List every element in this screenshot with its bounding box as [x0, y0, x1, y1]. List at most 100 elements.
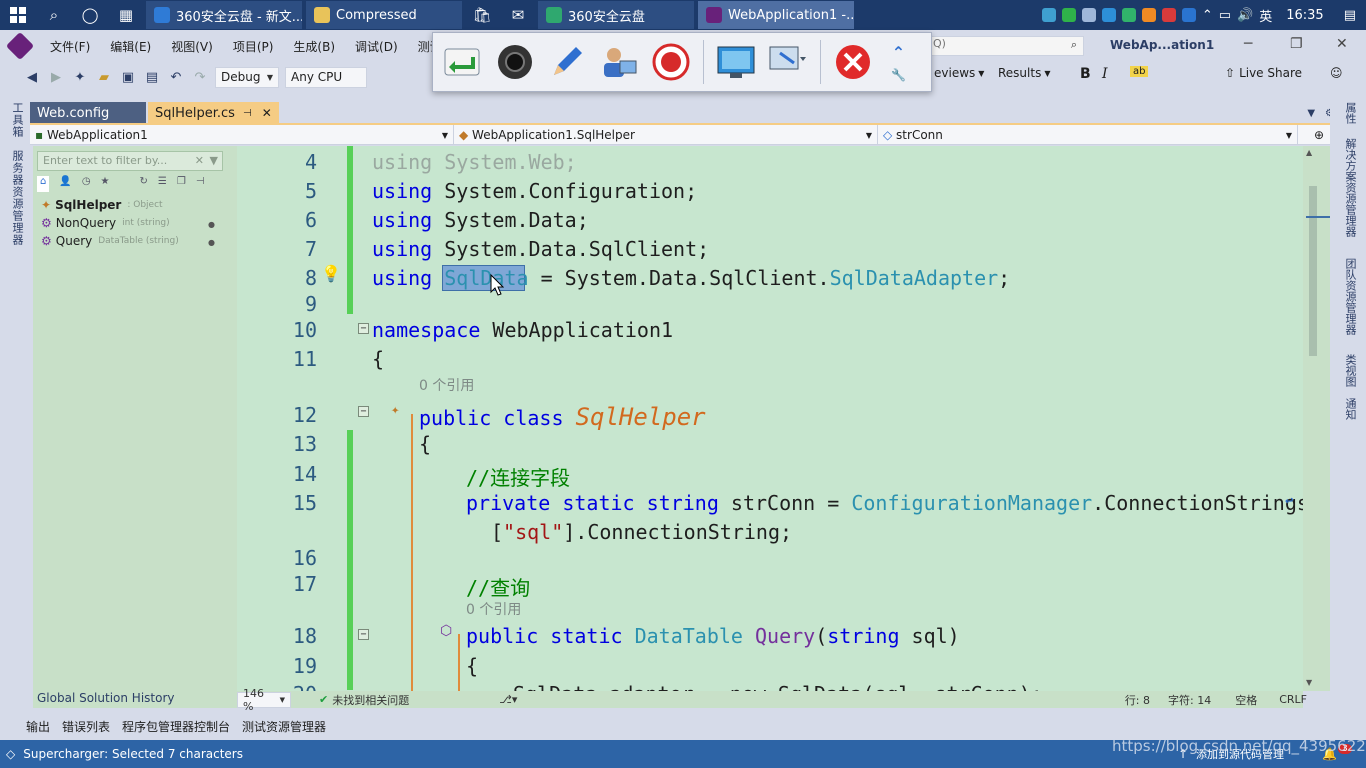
search-icon[interactable]: ⌕: [1071, 38, 1077, 52]
collapse-icon[interactable]: −: [358, 629, 369, 640]
issues-text[interactable]: 未找到相关问题: [332, 692, 409, 708]
member-dropdown[interactable]: ◇ strConn ▼: [878, 125, 1298, 145]
code-editor[interactable]: 4 5 6 7 8 9 10 11 12 13 14 15 16 17 18 1…: [237, 146, 1303, 691]
windows-start-icon[interactable]: [0, 0, 36, 30]
tab-overflow-icon[interactable]: ▼: [1307, 108, 1315, 119]
panel-splitter[interactable]: [227, 146, 237, 708]
tab-package-manager-console[interactable]: 程序包管理器控制台: [122, 718, 230, 735]
reviews-button[interactable]: eviews ▼: [934, 66, 984, 80]
copy-icon[interactable]: ❐: [177, 176, 186, 192]
class-filter-input[interactable]: Enter text to filter by... ✕ ▼: [37, 151, 223, 171]
close-tab-icon[interactable]: ✕: [262, 106, 272, 120]
server-explorer-tab[interactable]: 服务器资源管理器: [9, 150, 25, 246]
menu-file[interactable]: 文件(F): [40, 38, 100, 55]
home-icon[interactable]: ⌂: [37, 176, 50, 192]
cortana-icon[interactable]: ◯: [72, 0, 108, 30]
scroll-down-icon[interactable]: ▼: [1306, 678, 1312, 687]
redo-icon[interactable]: ↷: [189, 66, 211, 88]
monitor-dropdown-icon[interactable]: [768, 42, 808, 82]
menu-edit[interactable]: 编辑(E): [100, 38, 161, 55]
clock[interactable]: 16:35: [1286, 8, 1323, 23]
lightbulb-icon[interactable]: 💡: [321, 264, 341, 283]
close-recorder-icon[interactable]: [833, 42, 873, 82]
taskbar-item-visual-studio[interactable]: WebApplication1 -...: [698, 1, 854, 29]
menu-view[interactable]: 视图(V): [161, 38, 223, 55]
feedback-icon[interactable]: ☺: [1330, 66, 1343, 80]
360-tray-icon[interactable]: [1121, 8, 1136, 22]
type-dropdown[interactable]: ◆ WebApplication1.SqlHelper ▼: [454, 125, 878, 145]
notifications-tab[interactable]: 通知: [1342, 398, 1358, 420]
live-share-button[interactable]: ⇧ Live Share: [1225, 66, 1302, 80]
forward-icon[interactable]: ▶: [45, 66, 67, 88]
pen-icon[interactable]: [547, 42, 587, 82]
return-icon[interactable]: [443, 42, 483, 82]
record-icon[interactable]: [651, 42, 691, 82]
star-icon[interactable]: ★: [101, 176, 110, 192]
shield-tray-icon[interactable]: [1181, 8, 1196, 22]
ime-indicator[interactable]: 英: [1259, 6, 1272, 25]
eol-indicator[interactable]: CRLF: [1279, 693, 1307, 706]
chevron-up-icon[interactable]: ⌃: [1202, 8, 1213, 23]
git-branch-icon[interactable]: ⎇▾: [499, 693, 517, 706]
team-explorer-tab[interactable]: 团队资源管理器: [1342, 258, 1358, 335]
platform-combo[interactable]: Any CPU: [285, 66, 367, 88]
user-icon[interactable]: 👤: [59, 176, 71, 192]
properties-tab[interactable]: 属性: [1342, 102, 1358, 124]
wechat-tray-icon[interactable]: [1061, 8, 1076, 22]
scroll-up-icon[interactable]: ▲: [1306, 148, 1312, 157]
refresh-icon[interactable]: ↻: [140, 176, 148, 192]
quick-launch-search[interactable]: Q) ⌕: [928, 36, 1084, 56]
pin-icon[interactable]: ⊣: [196, 176, 205, 192]
list-icon[interactable]: ☰: [158, 176, 167, 192]
search-icon[interactable]: ⌕: [36, 0, 72, 30]
network-icon[interactable]: ▭: [1219, 8, 1231, 23]
close-icon[interactable]: ✕: [1336, 36, 1348, 52]
codelens-references[interactable]: 0 个引用: [419, 375, 474, 395]
results-button[interactable]: Results ▼: [998, 66, 1051, 80]
save-all-icon[interactable]: ▤: [141, 66, 163, 88]
toolbox-tab[interactable]: 工具箱: [9, 102, 25, 138]
tab-error-list[interactable]: 错误列表: [62, 718, 110, 735]
volume-icon[interactable]: 🔊: [1237, 8, 1253, 23]
collapse-icon[interactable]: ⌃: [892, 43, 905, 62]
wrench-icon[interactable]: 🔧: [891, 68, 906, 82]
upload-tray-icon[interactable]: [1101, 8, 1116, 22]
solution-explorer-tab[interactable]: 解决方案资源管理器: [1342, 138, 1358, 237]
spaces-indicator[interactable]: 空格: [1235, 692, 1257, 708]
tab-test-explorer[interactable]: 测试资源管理器: [242, 718, 326, 735]
highlight-icon[interactable]: ab: [1130, 66, 1149, 77]
italic-button[interactable]: I: [1102, 66, 1108, 82]
menu-debug[interactable]: 调试(D): [345, 38, 408, 55]
bold-button[interactable]: B: [1080, 66, 1091, 82]
minimize-icon[interactable]: ─: [1244, 36, 1252, 52]
notification-center-icon[interactable]: ▤: [1344, 8, 1356, 23]
menu-project[interactable]: 项目(P): [223, 38, 284, 55]
taskbar-item-compressed[interactable]: Compressed: [306, 1, 462, 29]
filter-icon[interactable]: ▼: [210, 154, 218, 167]
collapse-icon[interactable]: −: [358, 406, 369, 417]
mail-icon[interactable]: ✉: [500, 0, 536, 30]
undo-icon[interactable]: ↶: [165, 66, 187, 88]
menu-build[interactable]: 生成(B): [283, 38, 345, 55]
class-view-item-nonquery[interactable]: ⚙ NonQuery int (string): [41, 216, 170, 230]
clock-icon[interactable]: ◷: [82, 176, 91, 192]
task-view-icon[interactable]: ▦: [108, 0, 144, 30]
scrollbar-thumb[interactable]: [1309, 186, 1317, 356]
user-screen-icon[interactable]: [599, 42, 639, 82]
class-view-item-sqlhelper[interactable]: ✦ SqlHelper : Object: [41, 198, 163, 212]
class-view-item-query[interactable]: ⚙ Query DataTable (string): [41, 234, 179, 248]
pin-icon[interactable]: ⊣: [243, 108, 252, 119]
save-icon[interactable]: ▣: [117, 66, 139, 88]
onedrive-tray-icon[interactable]: [1081, 8, 1096, 22]
tab-sqlhelper[interactable]: SqlHelper.cs ⊣ ✕: [148, 102, 279, 124]
cloud-tray-icon[interactable]: [1041, 8, 1056, 22]
project-dropdown[interactable]: ▪ WebApplication1 ▼: [30, 125, 454, 145]
collapse-icon[interactable]: −: [358, 323, 369, 334]
vertical-scrollbar[interactable]: ▲ ▼: [1303, 146, 1330, 691]
back-icon[interactable]: ◀: [21, 66, 43, 88]
game-tray-icon[interactable]: [1141, 8, 1156, 22]
translate-tray-icon[interactable]: [1161, 8, 1176, 22]
tab-output[interactable]: 输出: [26, 718, 50, 735]
codelens-references[interactable]: 0 个引用: [466, 599, 521, 619]
zoom-combo[interactable]: 146 % ▼: [237, 687, 291, 713]
